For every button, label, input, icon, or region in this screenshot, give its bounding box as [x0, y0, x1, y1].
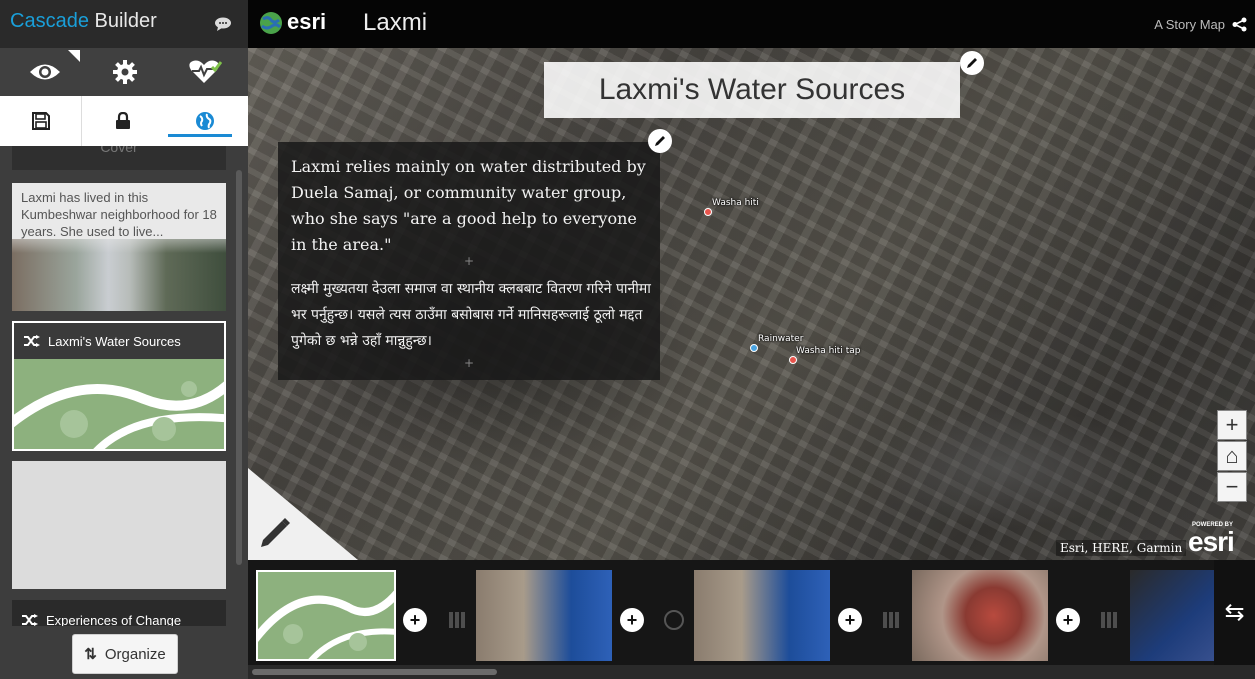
section-card-cover[interactable]: Cover: [12, 146, 226, 170]
health-check-button[interactable]: [170, 48, 240, 96]
add-media-button[interactable]: +: [620, 608, 644, 632]
swap-layout-button[interactable]: ⇆: [1214, 560, 1255, 665]
story-map-link[interactable]: A Story Map: [1154, 17, 1225, 32]
app-title: Cascade Builder: [10, 10, 157, 32]
carousel-item-photo[interactable]: [912, 570, 1048, 661]
map-marker-washa-hiti-tap[interactable]: [789, 356, 797, 364]
section-title-bar: Laxmi's Water Sources: [14, 323, 224, 359]
pencil-icon: [967, 58, 977, 68]
section-card-blank[interactable]: [12, 461, 226, 589]
tab-sharing[interactable]: [82, 96, 164, 146]
edit-panel-button[interactable]: [648, 129, 672, 153]
add-media-button[interactable]: +: [403, 608, 427, 632]
section-list: Cover Laxmi has lived in this Kumbeshwar…: [0, 146, 248, 626]
section-card-experiences[interactable]: Experiences of Change: [12, 600, 226, 626]
narrative-text-nepali: लक्ष्मी मुख्यतया देउला समाज वा स्थानीय क…: [291, 281, 651, 349]
organize-button[interactable]: ⇅ Organize: [72, 634, 178, 674]
marker-label: Washa hiti tap: [796, 346, 861, 356]
builder-tabs: [0, 96, 248, 146]
eye-icon: [30, 64, 60, 80]
map-marker-rainwater[interactable]: [750, 344, 758, 352]
carousel-scroll-thumb[interactable]: [252, 669, 497, 675]
edit-title-button[interactable]: [960, 51, 984, 75]
section-card-water-sources[interactable]: Laxmi's Water Sources: [12, 321, 226, 451]
narrative-text-english: Laxmi relies mainly on water distributed…: [291, 157, 646, 254]
add-media-button[interactable]: +: [1056, 608, 1080, 632]
section-list-scrollbar[interactable]: [236, 170, 242, 565]
sort-icon: ⇅: [84, 646, 97, 663]
carousel-item-photo[interactable]: [476, 570, 612, 661]
tab-save[interactable]: [0, 96, 82, 146]
grid-icon[interactable]: [883, 612, 899, 628]
health-check-icon: [189, 60, 222, 83]
marker-label: Washa hiti: [712, 198, 759, 208]
grid-icon[interactable]: [1101, 612, 1117, 628]
carousel-item-photo[interactable]: [694, 570, 830, 661]
section-card-intro[interactable]: Laxmi has lived in this Kumbeshwar neigh…: [12, 183, 226, 311]
builder-toolbar: [0, 48, 248, 96]
map-marker-washa-hiti[interactable]: [704, 208, 712, 216]
section-title: Laxmi's Water Sources: [598, 73, 906, 106]
section-summary: Laxmi has lived in this Kumbeshwar neigh…: [21, 190, 217, 239]
lock-icon: [116, 112, 130, 129]
globe-icon: [196, 112, 214, 130]
grid-icon[interactable]: [449, 612, 465, 628]
section-title-box[interactable]: Laxmi's Water Sources: [544, 62, 960, 118]
carousel-scrollbar: [248, 665, 1255, 679]
shuffle-icon: [22, 614, 38, 626]
marker-label: Rainwater: [758, 334, 804, 344]
map-view[interactable]: Laxmi's Water Sources Laxmi relies mainl…: [248, 48, 1255, 560]
map-thumbnail-icon: [249, 572, 402, 665]
map-attribution[interactable]: Esri, HERE, Garmin: [1056, 540, 1187, 556]
pencil-icon[interactable]: [258, 516, 292, 550]
carousel-item-photo[interactable]: [1130, 570, 1216, 661]
circle-icon[interactable]: [664, 610, 684, 630]
separator-plus-icon[interactable]: +: [464, 356, 474, 370]
zoom-controls: + ⌂ −: [1217, 410, 1247, 502]
zoom-out-button[interactable]: −: [1217, 472, 1247, 502]
share-icon[interactable]: [1232, 17, 1247, 32]
carousel-item-map[interactable]: [249, 570, 402, 665]
active-tab-indicator: [168, 134, 232, 137]
add-media-button[interactable]: +: [838, 608, 862, 632]
map-thumbnail-icon: [14, 359, 224, 449]
separator-plus-icon[interactable]: +: [464, 254, 474, 268]
preview-caret-icon: [68, 50, 80, 62]
save-icon: [31, 112, 50, 130]
narrative-panel[interactable]: Laxmi relies mainly on water distributed…: [278, 142, 660, 380]
story-title: Laxmi: [363, 9, 428, 36]
tab-share-public[interactable]: [164, 96, 246, 146]
shuffle-icon: [24, 335, 40, 347]
esri-globe-icon: [260, 12, 282, 34]
media-carousel: + + + + ⇆: [248, 560, 1255, 665]
settings-button[interactable]: [90, 48, 160, 96]
builder-sidebar: Cascade Builder Cover Laxmi has lived in…: [0, 0, 248, 679]
home-button[interactable]: ⌂: [1217, 441, 1247, 471]
gear-icon: [113, 60, 137, 84]
esri-wordmark-logo[interactable]: esri: [1188, 526, 1235, 558]
builder-header: Cascade Builder: [0, 0, 248, 48]
zoom-in-button[interactable]: +: [1217, 410, 1247, 440]
esri-logo[interactable]: esri: [287, 9, 326, 35]
story-header: esri Laxmi A Story Map: [248, 0, 1255, 48]
pencil-icon: [655, 136, 665, 146]
chat-icon[interactable]: [214, 17, 232, 31]
